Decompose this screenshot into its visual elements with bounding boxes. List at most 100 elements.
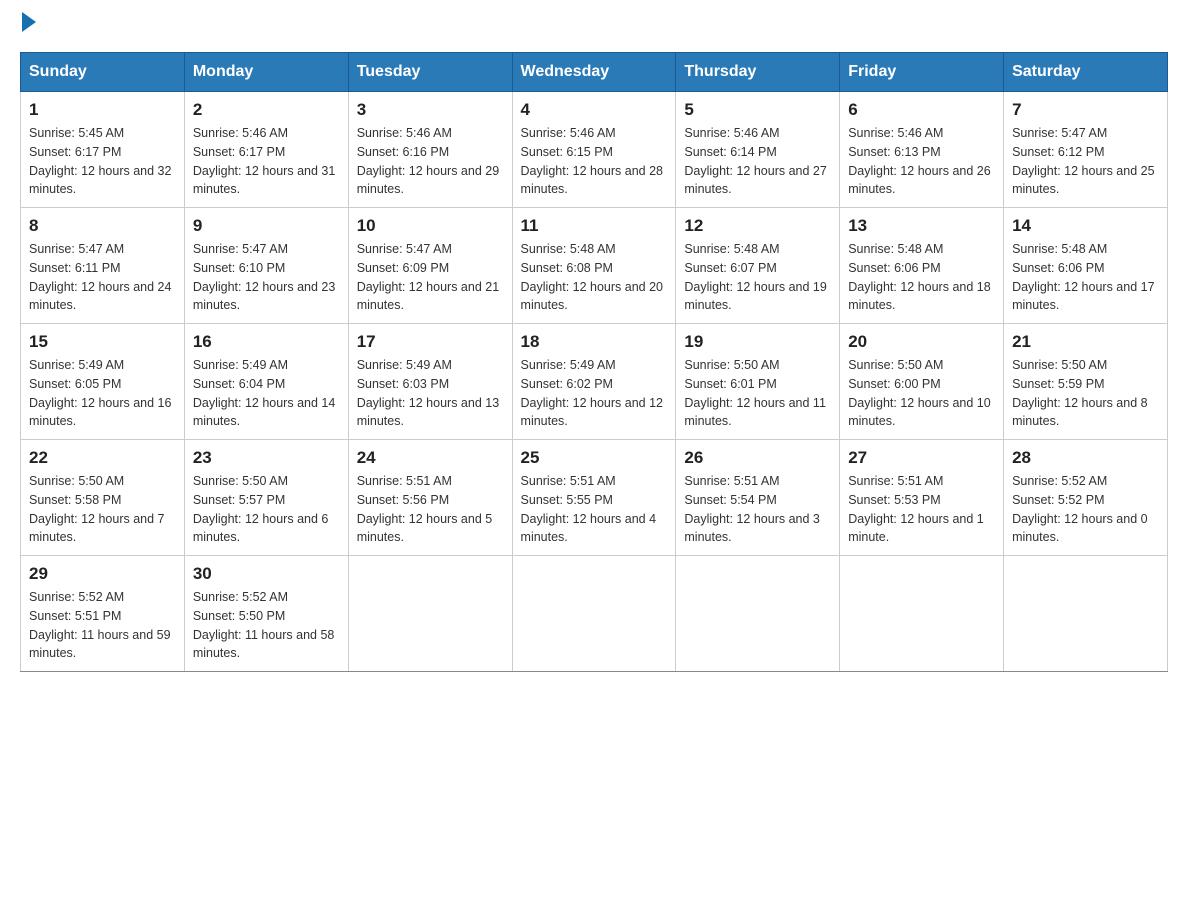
column-header-saturday: Saturday bbox=[1004, 53, 1168, 92]
column-header-friday: Friday bbox=[840, 53, 1004, 92]
day-number: 25 bbox=[521, 448, 668, 468]
calendar-cell: 4 Sunrise: 5:46 AMSunset: 6:15 PMDaylight… bbox=[512, 92, 676, 208]
logo-arrow-icon bbox=[22, 12, 36, 32]
calendar-cell: 9 Sunrise: 5:47 AMSunset: 6:10 PMDaylight… bbox=[184, 208, 348, 324]
calendar-cell: 24 Sunrise: 5:51 AMSunset: 5:56 PMDayligh… bbox=[348, 440, 512, 556]
day-number: 23 bbox=[193, 448, 340, 468]
calendar-cell: 15 Sunrise: 5:49 AMSunset: 6:05 PMDayligh… bbox=[21, 324, 185, 440]
day-info: Sunrise: 5:48 AMSunset: 6:08 PMDaylight:… bbox=[521, 240, 668, 315]
day-number: 13 bbox=[848, 216, 995, 236]
day-number: 7 bbox=[1012, 100, 1159, 120]
calendar-cell: 30Sunrise: 5:52 AMSunset: 5:50 PMDayligh… bbox=[184, 556, 348, 672]
column-header-sunday: Sunday bbox=[21, 53, 185, 92]
day-info: Sunrise: 5:51 AMSunset: 5:55 PMDaylight:… bbox=[521, 472, 668, 547]
day-number: 1 bbox=[29, 100, 176, 120]
column-header-wednesday: Wednesday bbox=[512, 53, 676, 92]
day-number: 26 bbox=[684, 448, 831, 468]
day-info: Sunrise: 5:50 AMSunset: 6:00 PMDaylight:… bbox=[848, 356, 995, 431]
day-info: Sunrise: 5:50 AMSunset: 6:01 PMDaylight:… bbox=[684, 356, 831, 431]
calendar-cell: 1 Sunrise: 5:45 AMSunset: 6:17 PMDaylight… bbox=[21, 92, 185, 208]
calendar-cell: 6 Sunrise: 5:46 AMSunset: 6:13 PMDaylight… bbox=[840, 92, 1004, 208]
calendar-cell: 25 Sunrise: 5:51 AMSunset: 5:55 PMDayligh… bbox=[512, 440, 676, 556]
calendar-cell: 2 Sunrise: 5:46 AMSunset: 6:17 PMDaylight… bbox=[184, 92, 348, 208]
day-number: 29 bbox=[29, 564, 176, 584]
day-number: 28 bbox=[1012, 448, 1159, 468]
calendar-cell: 21Sunrise: 5:50 AMSunset: 5:59 PMDayligh… bbox=[1004, 324, 1168, 440]
day-info: Sunrise: 5:52 AMSunset: 5:51 PMDaylight:… bbox=[29, 588, 176, 663]
day-info: Sunrise: 5:49 AMSunset: 6:02 PMDaylight:… bbox=[521, 356, 668, 431]
week-row-1: 1 Sunrise: 5:45 AMSunset: 6:17 PMDaylight… bbox=[21, 92, 1168, 208]
calendar-cell: 11 Sunrise: 5:48 AMSunset: 6:08 PMDayligh… bbox=[512, 208, 676, 324]
calendar-cell: 7Sunrise: 5:47 AMSunset: 6:12 PMDaylight… bbox=[1004, 92, 1168, 208]
week-row-2: 8Sunrise: 5:47 AMSunset: 6:11 PMDaylight… bbox=[21, 208, 1168, 324]
day-info: Sunrise: 5:52 AMSunset: 5:52 PMDaylight:… bbox=[1012, 472, 1159, 547]
column-headers: SundayMondayTuesdayWednesdayThursdayFrid… bbox=[21, 53, 1168, 92]
day-info: Sunrise: 5:48 AMSunset: 6:06 PMDaylight:… bbox=[848, 240, 995, 315]
day-info: Sunrise: 5:46 AMSunset: 6:13 PMDaylight:… bbox=[848, 124, 995, 199]
day-number: 4 bbox=[521, 100, 668, 120]
day-number: 12 bbox=[684, 216, 831, 236]
calendar-cell bbox=[676, 556, 840, 672]
logo bbox=[20, 20, 36, 32]
calendar-cell: 14 Sunrise: 5:48 AMSunset: 6:06 PMDayligh… bbox=[1004, 208, 1168, 324]
column-header-thursday: Thursday bbox=[676, 53, 840, 92]
day-info: Sunrise: 5:46 AMSunset: 6:14 PMDaylight:… bbox=[684, 124, 831, 199]
day-info: Sunrise: 5:46 AMSunset: 6:17 PMDaylight:… bbox=[193, 124, 340, 199]
day-info: Sunrise: 5:49 AMSunset: 6:04 PMDaylight:… bbox=[193, 356, 340, 431]
day-number: 11 bbox=[521, 216, 668, 236]
day-number: 3 bbox=[357, 100, 504, 120]
day-number: 19 bbox=[684, 332, 831, 352]
calendar-cell: 23Sunrise: 5:50 AMSunset: 5:57 PMDayligh… bbox=[184, 440, 348, 556]
calendar-table: SundayMondayTuesdayWednesdayThursdayFrid… bbox=[20, 52, 1168, 672]
calendar-cell: 28 Sunrise: 5:52 AMSunset: 5:52 PMDayligh… bbox=[1004, 440, 1168, 556]
day-number: 17 bbox=[357, 332, 504, 352]
calendar-cell: 18 Sunrise: 5:49 AMSunset: 6:02 PMDayligh… bbox=[512, 324, 676, 440]
day-number: 9 bbox=[193, 216, 340, 236]
day-number: 8 bbox=[29, 216, 176, 236]
day-number: 24 bbox=[357, 448, 504, 468]
calendar-cell: 3Sunrise: 5:46 AMSunset: 6:16 PMDaylight… bbox=[348, 92, 512, 208]
day-number: 18 bbox=[521, 332, 668, 352]
calendar-cell bbox=[840, 556, 1004, 672]
day-number: 6 bbox=[848, 100, 995, 120]
calendar-cell: 27Sunrise: 5:51 AMSunset: 5:53 PMDayligh… bbox=[840, 440, 1004, 556]
day-info: Sunrise: 5:48 AMSunset: 6:06 PMDaylight:… bbox=[1012, 240, 1159, 315]
day-info: Sunrise: 5:46 AMSunset: 6:15 PMDaylight:… bbox=[521, 124, 668, 199]
calendar-cell: 29 Sunrise: 5:52 AMSunset: 5:51 PMDayligh… bbox=[21, 556, 185, 672]
day-number: 16 bbox=[193, 332, 340, 352]
calendar-cell: 16 Sunrise: 5:49 AMSunset: 6:04 PMDayligh… bbox=[184, 324, 348, 440]
day-info: Sunrise: 5:50 AMSunset: 5:58 PMDaylight:… bbox=[29, 472, 176, 547]
calendar-cell: 20Sunrise: 5:50 AMSunset: 6:00 PMDayligh… bbox=[840, 324, 1004, 440]
week-row-5: 29 Sunrise: 5:52 AMSunset: 5:51 PMDayligh… bbox=[21, 556, 1168, 672]
calendar-cell bbox=[512, 556, 676, 672]
day-number: 14 bbox=[1012, 216, 1159, 236]
week-row-4: 22 Sunrise: 5:50 AMSunset: 5:58 PMDayligh… bbox=[21, 440, 1168, 556]
day-info: Sunrise: 5:51 AMSunset: 5:54 PMDaylight:… bbox=[684, 472, 831, 547]
page-header bbox=[20, 20, 1168, 32]
day-info: Sunrise: 5:49 AMSunset: 6:03 PMDaylight:… bbox=[357, 356, 504, 431]
day-info: Sunrise: 5:45 AMSunset: 6:17 PMDaylight:… bbox=[29, 124, 176, 199]
column-header-tuesday: Tuesday bbox=[348, 53, 512, 92]
day-number: 2 bbox=[193, 100, 340, 120]
day-info: Sunrise: 5:51 AMSunset: 5:56 PMDaylight:… bbox=[357, 472, 504, 547]
calendar-cell: 12Sunrise: 5:48 AMSunset: 6:07 PMDayligh… bbox=[676, 208, 840, 324]
calendar-cell: 22 Sunrise: 5:50 AMSunset: 5:58 PMDayligh… bbox=[21, 440, 185, 556]
calendar-cell: 19 Sunrise: 5:50 AMSunset: 6:01 PMDayligh… bbox=[676, 324, 840, 440]
day-info: Sunrise: 5:47 AMSunset: 6:10 PMDaylight:… bbox=[193, 240, 340, 315]
day-number: 15 bbox=[29, 332, 176, 352]
calendar-cell: 26 Sunrise: 5:51 AMSunset: 5:54 PMDayligh… bbox=[676, 440, 840, 556]
day-info: Sunrise: 5:50 AMSunset: 5:59 PMDaylight:… bbox=[1012, 356, 1159, 431]
calendar-cell: 17 Sunrise: 5:49 AMSunset: 6:03 PMDayligh… bbox=[348, 324, 512, 440]
day-number: 10 bbox=[357, 216, 504, 236]
day-info: Sunrise: 5:51 AMSunset: 5:53 PMDaylight:… bbox=[848, 472, 995, 547]
calendar-cell: 13 Sunrise: 5:48 AMSunset: 6:06 PMDayligh… bbox=[840, 208, 1004, 324]
week-row-3: 15 Sunrise: 5:49 AMSunset: 6:05 PMDayligh… bbox=[21, 324, 1168, 440]
calendar-cell: 10 Sunrise: 5:47 AMSunset: 6:09 PMDayligh… bbox=[348, 208, 512, 324]
day-info: Sunrise: 5:47 AMSunset: 6:09 PMDaylight:… bbox=[357, 240, 504, 315]
day-number: 22 bbox=[29, 448, 176, 468]
day-info: Sunrise: 5:49 AMSunset: 6:05 PMDaylight:… bbox=[29, 356, 176, 431]
calendar-cell: 5Sunrise: 5:46 AMSunset: 6:14 PMDaylight… bbox=[676, 92, 840, 208]
calendar-cell bbox=[348, 556, 512, 672]
day-number: 30 bbox=[193, 564, 340, 584]
calendar-cell: 8Sunrise: 5:47 AMSunset: 6:11 PMDaylight… bbox=[21, 208, 185, 324]
